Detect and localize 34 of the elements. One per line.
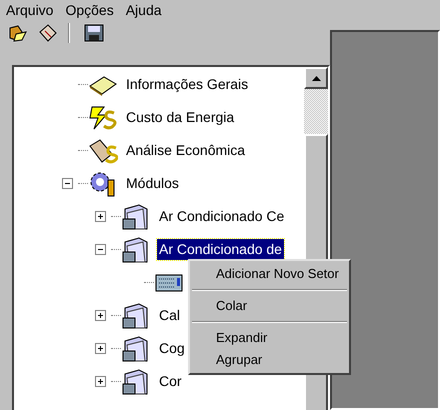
book-icon xyxy=(88,74,118,96)
menu-item[interactable]: Opções xyxy=(65,0,114,20)
lightning-dollar-icon xyxy=(88,104,118,130)
menu-item[interactable]: Agrupar xyxy=(190,349,349,371)
expand-toggle[interactable] xyxy=(94,211,106,222)
expand-toggle[interactable] xyxy=(94,343,106,354)
tree-item[interactable]: Ar Condicionado de xyxy=(157,239,284,260)
tree-item[interactable]: Informações Gerais xyxy=(124,74,250,95)
tree-item[interactable]: Cor xyxy=(157,371,184,392)
plus-icon xyxy=(96,311,104,320)
tree-item[interactable]: Cog xyxy=(157,338,187,359)
tree-item[interactable]: Custo da Energia xyxy=(124,107,236,128)
save-icon[interactable] xyxy=(84,24,104,42)
open-folder-icon[interactable] xyxy=(8,24,28,42)
collapse-toggle[interactable] xyxy=(94,244,106,255)
menu-item[interactable]: Colar xyxy=(190,295,349,317)
up-arrow-icon[interactable] xyxy=(312,76,320,80)
tree-item[interactable]: Ar Condicionado Ce xyxy=(157,206,286,227)
menu-item[interactable]: Adicionar Novo Setor xyxy=(190,263,349,285)
expand-toggle[interactable] xyxy=(94,310,106,321)
plus-icon xyxy=(96,344,104,353)
collapse-toggle[interactable] xyxy=(62,178,72,189)
menu-item[interactable]: Expandir xyxy=(190,327,349,349)
menu-item[interactable]: Arquivo xyxy=(6,0,54,20)
expand-toggle[interactable] xyxy=(94,376,106,387)
plus-icon xyxy=(96,212,104,221)
clipboard-dollar-icon xyxy=(88,138,118,164)
tree-item[interactable]: Cal xyxy=(157,305,182,326)
grid-icon xyxy=(155,272,183,292)
clipboard-icon[interactable] xyxy=(38,24,58,42)
tree-item[interactable]: Análise Econômica xyxy=(124,140,248,161)
tree-item[interactable]: Módulos xyxy=(124,173,181,194)
menu-item[interactable]: Ajuda xyxy=(126,0,162,20)
plus-icon xyxy=(96,377,104,386)
